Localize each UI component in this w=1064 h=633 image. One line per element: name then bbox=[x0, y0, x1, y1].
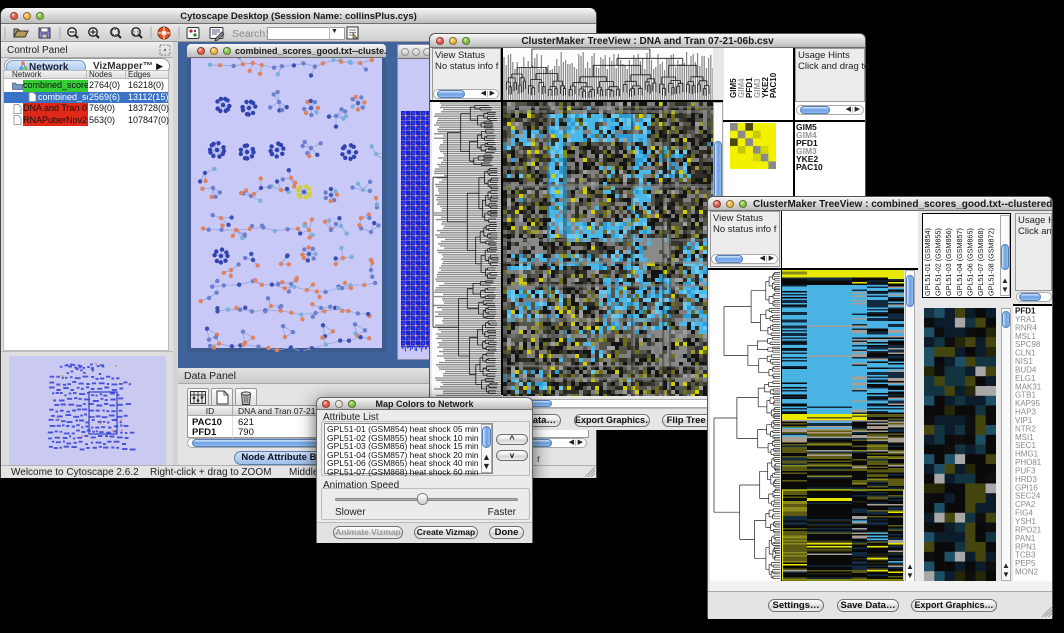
svg-text:GPL51-03 (GSM856): GPL51-03 (GSM856) bbox=[944, 228, 953, 296]
svg-text:GPL51-02 (GSM855): GPL51-02 (GSM855) bbox=[934, 228, 943, 296]
svg-text:GPL51-01 (GSM854): GPL51-01 (GSM854) bbox=[923, 228, 932, 296]
svg-text:GPL51-07 (GSM868): GPL51-07 (GSM868) bbox=[976, 228, 985, 296]
svg-text:MON2: MON2 bbox=[1015, 567, 1039, 576]
svg-text:GPL51-08 (GSM872): GPL51-08 (GSM872) bbox=[987, 228, 996, 296]
svg-text:GPL51-06 (GSM865): GPL51-06 (GSM865) bbox=[965, 228, 974, 296]
svg-text:GPL51-04 (GSM857): GPL51-04 (GSM857) bbox=[955, 228, 964, 296]
svg-text:PAC10: PAC10 bbox=[769, 72, 778, 98]
svg-text:1:1: 1:1 bbox=[133, 31, 140, 37]
